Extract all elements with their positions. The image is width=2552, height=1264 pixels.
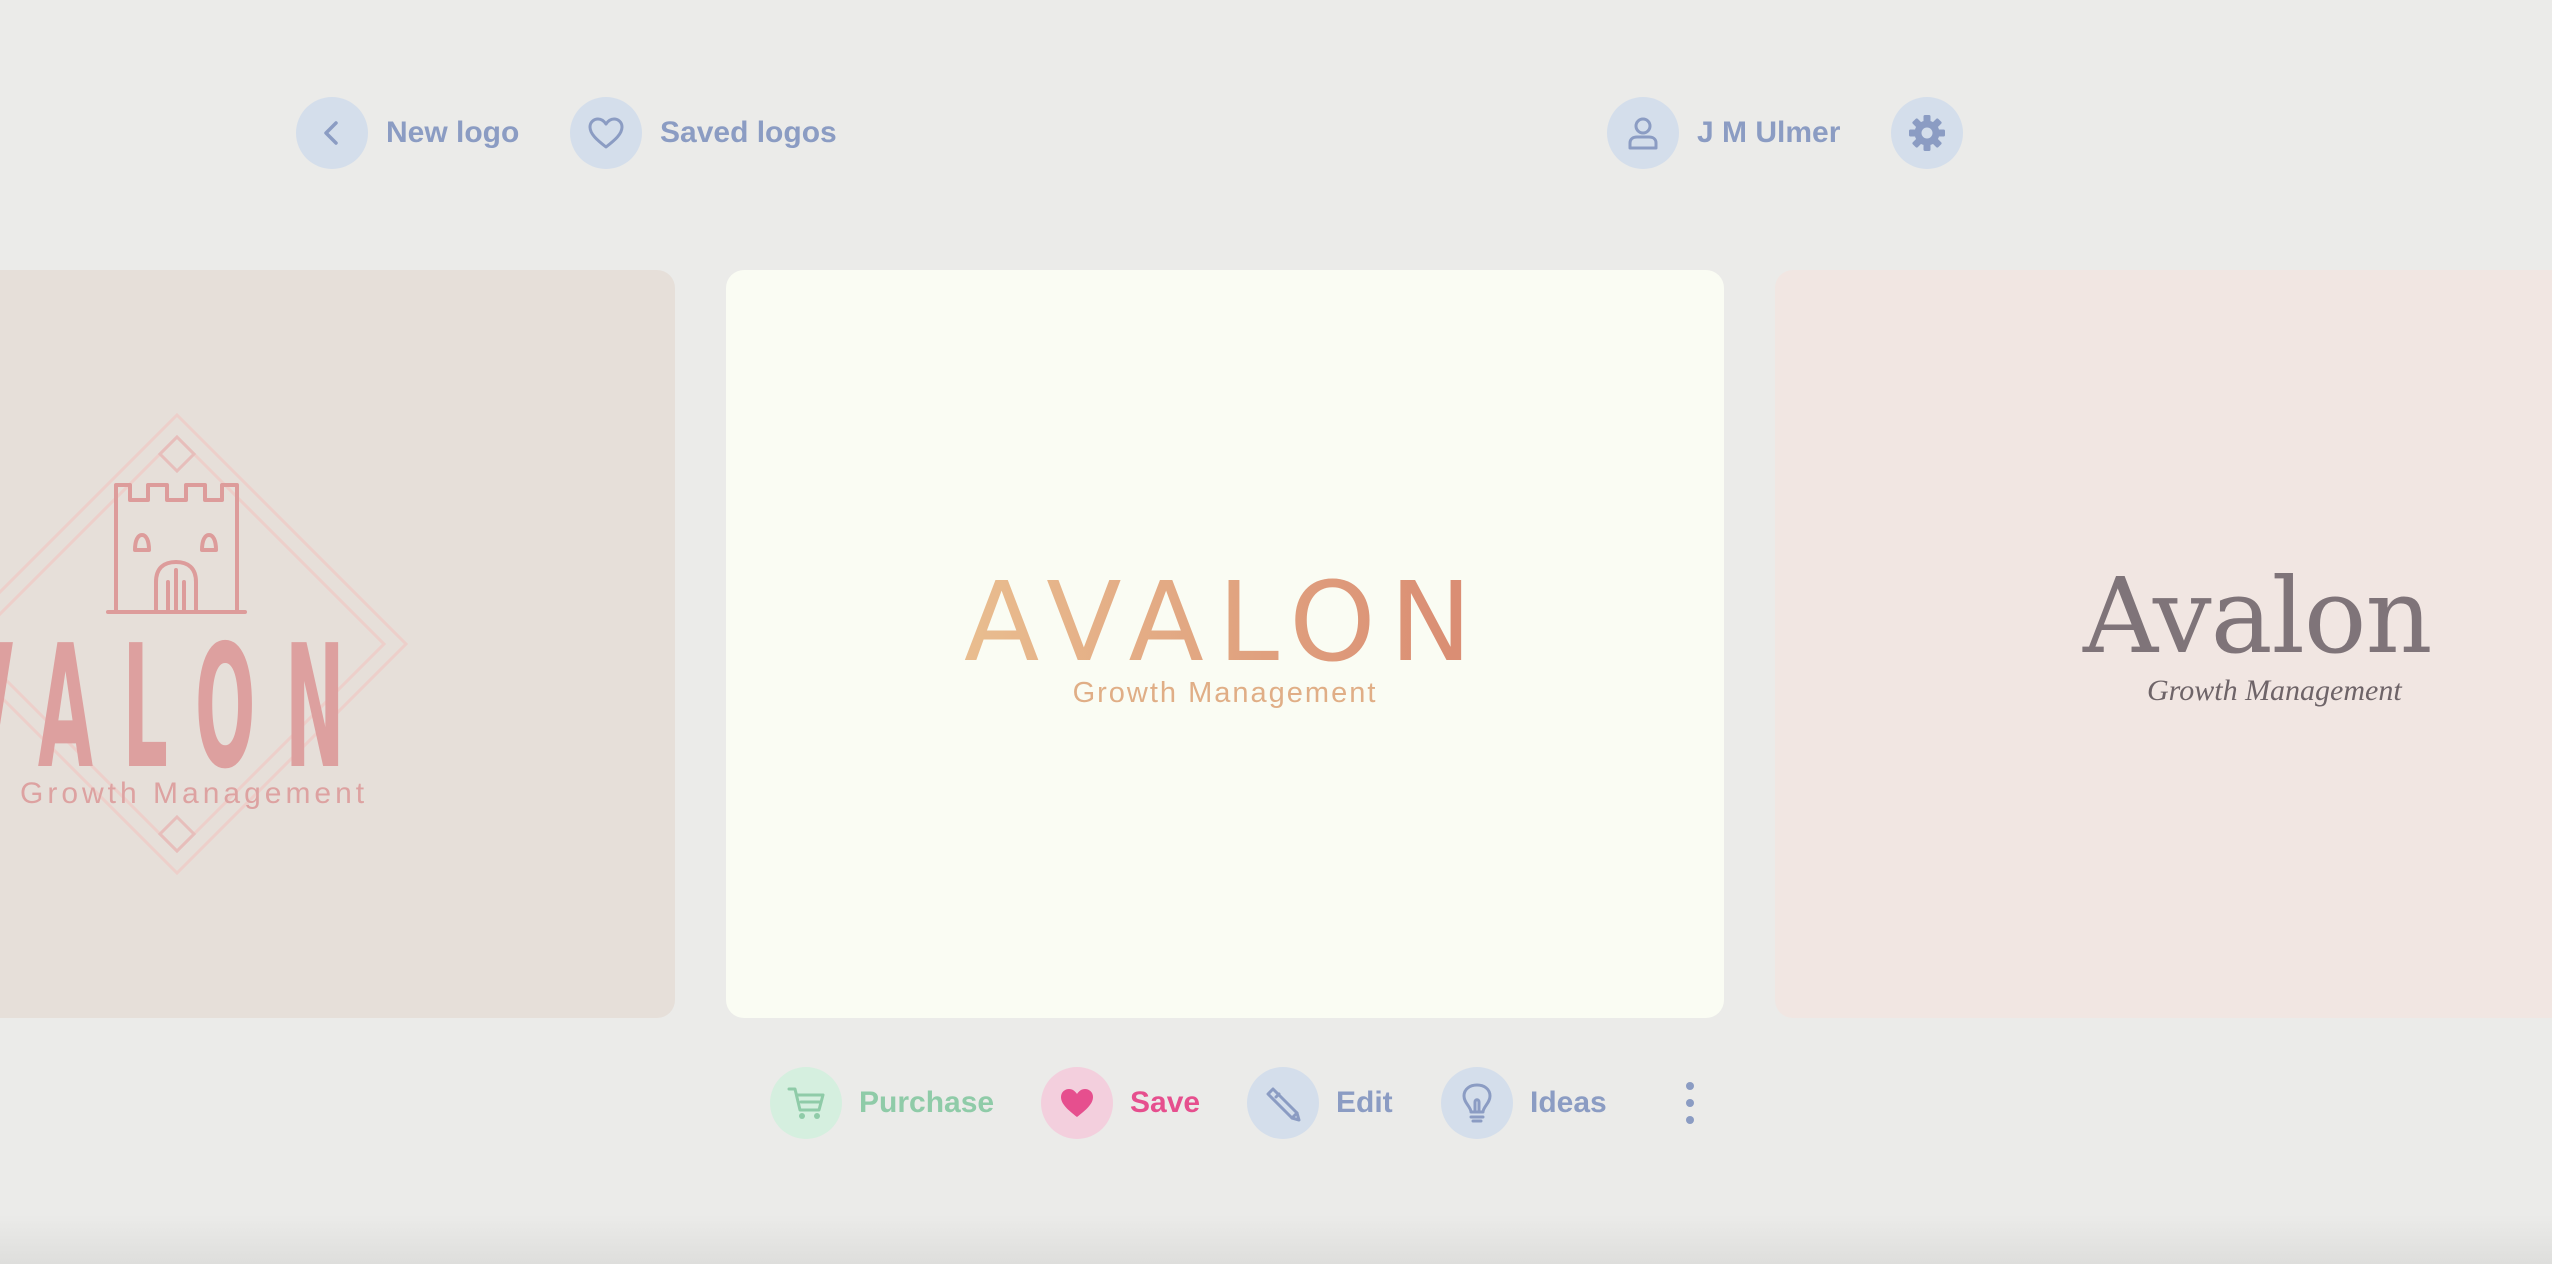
logo-tagline: Growth Management bbox=[2147, 674, 2402, 707]
save-button[interactable]: Save bbox=[1041, 1067, 1200, 1139]
user-name: J M Ulmer bbox=[1697, 116, 1841, 149]
logo-card-next[interactable]: Avalon Growth Management bbox=[1775, 270, 2552, 1018]
user-account-button[interactable]: J M Ulmer bbox=[1607, 97, 1840, 169]
new-logo-label: New logo bbox=[386, 116, 520, 149]
heart-outline-icon bbox=[570, 97, 642, 169]
logo-tagline: Growth Management bbox=[1072, 677, 1378, 709]
bottom-edge-shadow bbox=[0, 1215, 2552, 1264]
logo-wordmark-text: AVALON bbox=[964, 558, 1486, 686]
ideas-button[interactable]: Ideas bbox=[1441, 1067, 1607, 1139]
edit-button[interactable]: Edit bbox=[1247, 1067, 1393, 1139]
logo-wordmark: VALON bbox=[0, 609, 375, 807]
lightbulb-icon bbox=[1441, 1067, 1513, 1139]
logo-card-current[interactable]: AVALON Growth Management bbox=[726, 270, 1724, 1018]
user-icon bbox=[1607, 97, 1679, 169]
saved-logos-button[interactable]: Saved logos bbox=[570, 97, 837, 169]
new-logo-button[interactable]: New logo bbox=[296, 97, 519, 169]
settings-button[interactable] bbox=[1891, 97, 1963, 169]
heart-filled-icon bbox=[1041, 1067, 1113, 1139]
edit-label: Edit bbox=[1336, 1086, 1393, 1119]
logo-card-previous[interactable]: VALON Growth Management bbox=[0, 270, 675, 1018]
chevron-left-icon bbox=[296, 97, 368, 169]
cart-icon bbox=[770, 1067, 842, 1139]
more-vertical-icon bbox=[1686, 1082, 1694, 1124]
ideas-label: Ideas bbox=[1530, 1086, 1607, 1119]
purchase-button[interactable]: Purchase bbox=[770, 1067, 994, 1139]
pencil-icon bbox=[1247, 1067, 1319, 1139]
logo-wordmark: Avalon bbox=[2083, 555, 2433, 677]
logo-wordmark: AVALON bbox=[964, 558, 1486, 686]
more-options-button[interactable] bbox=[1676, 1078, 1704, 1128]
gear-icon bbox=[1891, 97, 1963, 169]
save-label: Save bbox=[1130, 1086, 1201, 1119]
saved-logos-label: Saved logos bbox=[660, 116, 837, 149]
purchase-label: Purchase bbox=[859, 1086, 995, 1119]
logo-tagline: Growth Management bbox=[20, 777, 369, 810]
